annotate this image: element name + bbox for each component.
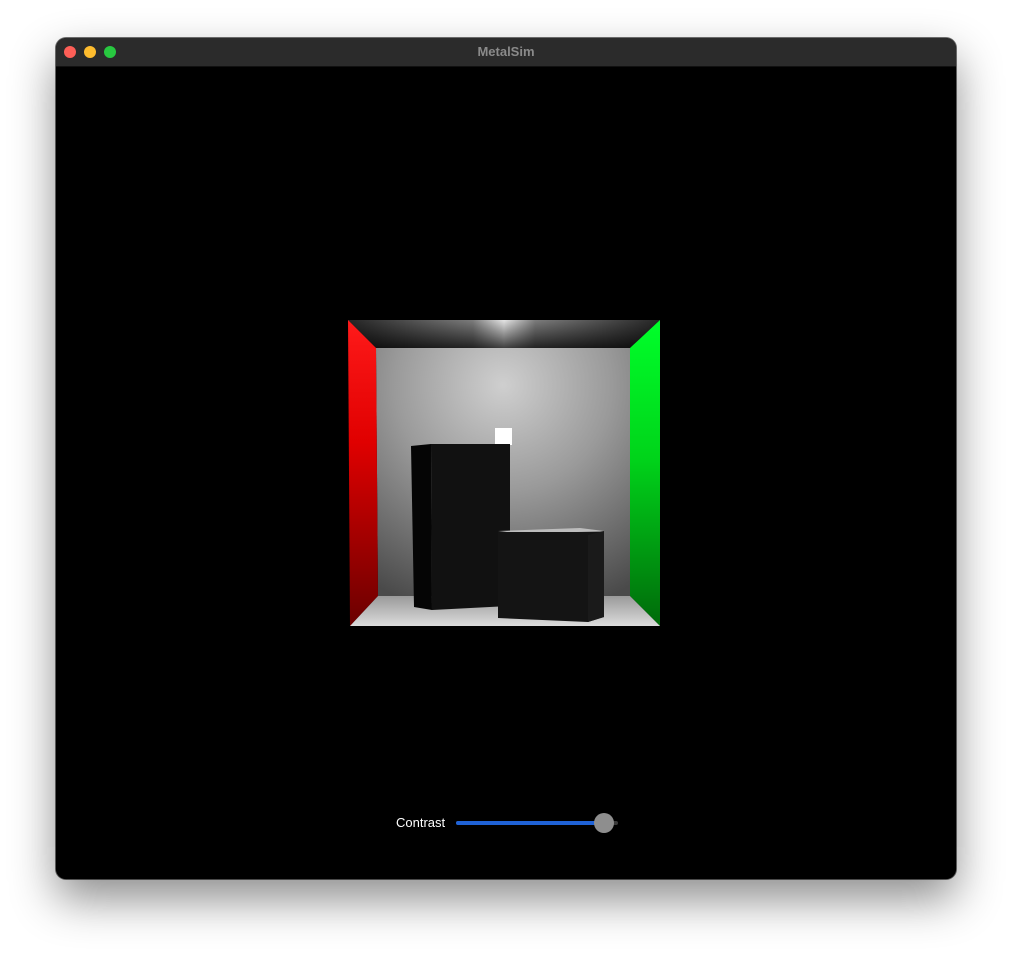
contrast-controls: Contrast <box>396 811 626 835</box>
short-block-side <box>588 531 604 622</box>
area-light <box>495 428 512 445</box>
app-window: MetalSim Contrast <box>56 38 956 879</box>
contrast-label: Contrast <box>396 815 446 830</box>
title-bar[interactable]: MetalSim <box>56 38 956 67</box>
contrast-slider-fill <box>456 821 604 825</box>
cornell-box-render <box>348 320 660 626</box>
render-viewport[interactable]: Contrast <box>56 67 956 879</box>
contrast-slider[interactable] <box>456 811 618 835</box>
window-title: MetalSim <box>477 44 535 59</box>
right-wall <box>630 320 660 626</box>
tall-block-side <box>411 444 432 610</box>
contrast-slider-thumb[interactable] <box>594 813 614 833</box>
left-wall <box>348 320 378 626</box>
